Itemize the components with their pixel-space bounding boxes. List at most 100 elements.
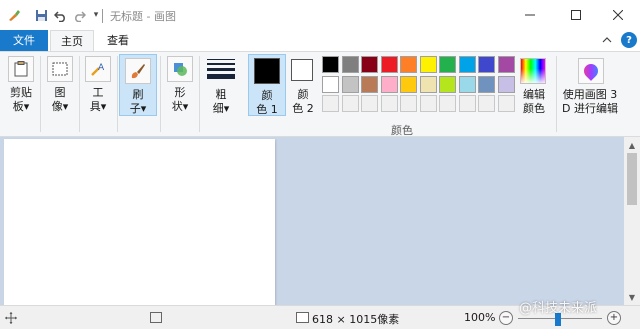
tab-view[interactable]: 查看 xyxy=(98,30,138,51)
palette-color-swatch[interactable] xyxy=(478,56,495,73)
close-icon[interactable] xyxy=(596,0,640,30)
paint3d-label-1: 使用画图 3 xyxy=(562,88,618,101)
palette-color-swatch[interactable] xyxy=(322,56,339,73)
group-divider xyxy=(160,56,161,132)
palette-color-swatch[interactable] xyxy=(439,95,456,112)
tab-file[interactable]: 文件 xyxy=(0,30,48,51)
palette-color-swatch[interactable] xyxy=(322,95,339,112)
palette-color-swatch[interactable] xyxy=(420,76,437,93)
colors-group-label: 颜色 xyxy=(391,124,413,137)
color2-button[interactable]: 颜 色 2 xyxy=(288,54,320,116)
zoom-out-button[interactable]: − xyxy=(499,311,513,325)
window-title: 无标题 - 画图 xyxy=(110,10,176,23)
canvas-size-icon xyxy=(296,312,309,323)
palette-color-swatch[interactable] xyxy=(498,95,515,112)
paint-icon[interactable] xyxy=(6,7,22,23)
vertical-scrollbar[interactable]: ▲ ▼ xyxy=(624,137,640,305)
drawing-canvas[interactable] xyxy=(4,139,275,305)
color2-label-2: 色 2 xyxy=(292,102,314,115)
palette-color-swatch[interactable] xyxy=(459,76,476,93)
paint3d-icon[interactable] xyxy=(578,58,604,84)
color-spectrum-icon[interactable] xyxy=(520,58,546,84)
shapes-icon xyxy=(167,56,193,82)
clipboard-button[interactable]: 剪贴 板▾ xyxy=(5,56,37,114)
paint3d-label-2: D 进行编辑 xyxy=(562,102,618,115)
palette-color-swatch[interactable] xyxy=(381,76,398,93)
palette-color-swatch[interactable] xyxy=(381,56,398,73)
brushes-button[interactable]: 刷 子▾ xyxy=(119,54,157,116)
tab-home[interactable]: 主页 xyxy=(50,30,94,51)
image-icon xyxy=(47,56,73,82)
palette-color-swatch[interactable] xyxy=(459,56,476,73)
ribbon-tabs: 文件 主页 查看 xyxy=(0,30,640,51)
palette-color-swatch[interactable] xyxy=(400,95,417,112)
palette-color-swatch[interactable] xyxy=(478,76,495,93)
paint3d-button[interactable]: 使用画图 3 D 进行编辑 xyxy=(560,88,620,116)
palette-color-swatch[interactable] xyxy=(498,76,515,93)
minimize-icon[interactable] xyxy=(508,0,552,30)
palette-color-swatch[interactable] xyxy=(459,95,476,112)
palette-color-swatch[interactable] xyxy=(361,95,378,112)
color2-label-1: 颜 xyxy=(297,88,309,101)
move-cursor-icon xyxy=(4,311,18,325)
selection-icon xyxy=(150,312,162,323)
palette-color-swatch[interactable] xyxy=(498,56,515,73)
palette-color-swatch[interactable] xyxy=(381,95,398,112)
tools-icon: A xyxy=(85,56,111,82)
clipboard-label-2: 板▾ xyxy=(12,100,30,113)
brushes-label-1: 刷 xyxy=(132,88,144,101)
color1-swatch xyxy=(254,58,280,84)
help-button[interactable]: ? xyxy=(621,32,637,48)
brushes-label-2: 子▾ xyxy=(129,102,147,115)
palette-color-swatch[interactable] xyxy=(342,56,359,73)
palette-color-swatch[interactable] xyxy=(342,76,359,93)
edit-colors-button[interactable]: 编辑 颜色 xyxy=(518,88,550,116)
redo-icon[interactable] xyxy=(71,7,87,23)
save-icon[interactable] xyxy=(33,7,49,23)
palette-color-swatch[interactable] xyxy=(420,95,437,112)
svg-text:A: A xyxy=(98,63,105,73)
palette-color-swatch[interactable] xyxy=(400,56,417,73)
collapse-ribbon-icon[interactable] xyxy=(600,33,614,47)
color2-swatch xyxy=(291,59,313,81)
palette-color-swatch[interactable] xyxy=(361,56,378,73)
shapes-label-1: 形 xyxy=(174,86,186,99)
group-divider xyxy=(117,56,118,132)
image-button[interactable]: 图 像▾ xyxy=(44,56,76,114)
edit-colors-label-1: 编辑 xyxy=(523,88,545,101)
title-bar: ▾ 无标题 - 画图 xyxy=(0,0,640,30)
palette-color-swatch[interactable] xyxy=(478,95,495,112)
scroll-down-icon[interactable]: ▼ xyxy=(624,290,640,304)
color1-label-1: 颜 xyxy=(261,89,273,102)
palette-color-swatch[interactable] xyxy=(342,95,359,112)
scrollbar-thumb[interactable] xyxy=(627,153,637,205)
zoom-in-button[interactable]: + xyxy=(607,311,621,325)
undo-icon[interactable] xyxy=(52,7,68,23)
edit-colors-label-2: 颜色 xyxy=(523,102,545,115)
line-size-icon[interactable] xyxy=(207,59,235,85)
size-button[interactable]: 粗 细▾ xyxy=(205,88,237,116)
shapes-label-2: 状▾ xyxy=(171,100,189,113)
palette-color-swatch[interactable] xyxy=(420,56,437,73)
shapes-button[interactable]: 形 状▾ xyxy=(164,56,196,114)
canvas-size-text: 618 × 1015像素 xyxy=(312,313,400,326)
palette-color-swatch[interactable] xyxy=(439,76,456,93)
palette-color-swatch[interactable] xyxy=(400,76,417,93)
tools-label-1: 工 xyxy=(92,86,104,99)
color1-button[interactable]: 颜 色 1 xyxy=(248,54,286,116)
tools-label-2: 具▾ xyxy=(89,100,107,113)
ribbon: 剪贴 板▾ 图 像▾ A 工 具▾ 刷 子▾ 形 状▾ 粗 细▾ 颜 色 1 颜… xyxy=(0,51,640,137)
group-divider xyxy=(199,56,200,132)
title-separator xyxy=(102,9,103,23)
palette-color-swatch[interactable] xyxy=(361,76,378,93)
scroll-up-icon[interactable]: ▲ xyxy=(624,138,640,152)
palette-color-swatch[interactable] xyxy=(439,56,456,73)
maximize-icon[interactable] xyxy=(554,0,598,30)
watermark-text: @科技未来派 xyxy=(519,301,598,316)
image-label-2: 像▾ xyxy=(51,100,69,113)
palette-color-swatch[interactable] xyxy=(322,76,339,93)
size-label-2: 细▾ xyxy=(212,102,230,115)
tools-button[interactable]: A 工 具▾ xyxy=(82,56,114,114)
group-divider xyxy=(556,56,557,132)
zoom-level-text: 100% xyxy=(464,311,496,324)
